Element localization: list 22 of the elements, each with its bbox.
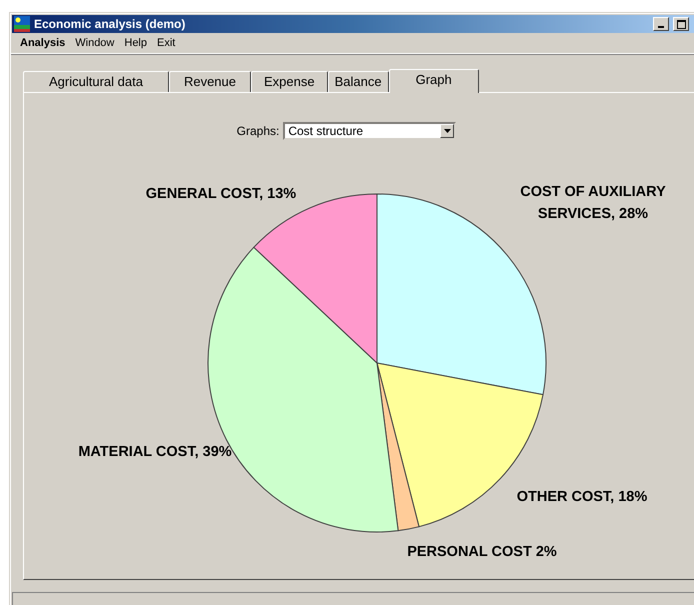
menu-item[interactable]: Exit [152, 35, 180, 53]
tab[interactable]: Balance [328, 71, 389, 92]
slice-label: GENERAL COST, 13% [146, 186, 296, 202]
tab[interactable]: Expense [251, 71, 328, 92]
menu-item[interactable]: Window [70, 35, 120, 53]
slice-label: OTHER COST, 18% [516, 489, 648, 505]
slice-label: SERVICES, 28% [538, 206, 648, 222]
app-icon [14, 16, 30, 32]
tab[interactable]: Agricultural data [23, 71, 169, 92]
menu-item[interactable]: Analysis [15, 35, 70, 53]
graphs-label: Graphs: [236, 124, 280, 138]
window-title: Economic analysis (demo) [34, 17, 186, 31]
graph-dropdown[interactable]: Cost structure [283, 122, 456, 140]
slice-label: PERSONAL COST 2% [407, 544, 557, 560]
tab[interactable]: Revenue [168, 71, 251, 92]
slice-label: MATERIAL COST, 39% [78, 444, 232, 460]
minimize-button[interactable] [653, 17, 669, 31]
maximize-button[interactable] [673, 17, 689, 31]
menu-item[interactable]: Help [119, 35, 152, 53]
tab[interactable]: Graph [388, 69, 479, 93]
slice-label: COST OF AUXILIARY [520, 184, 666, 200]
maximize-icon [676, 20, 686, 28]
